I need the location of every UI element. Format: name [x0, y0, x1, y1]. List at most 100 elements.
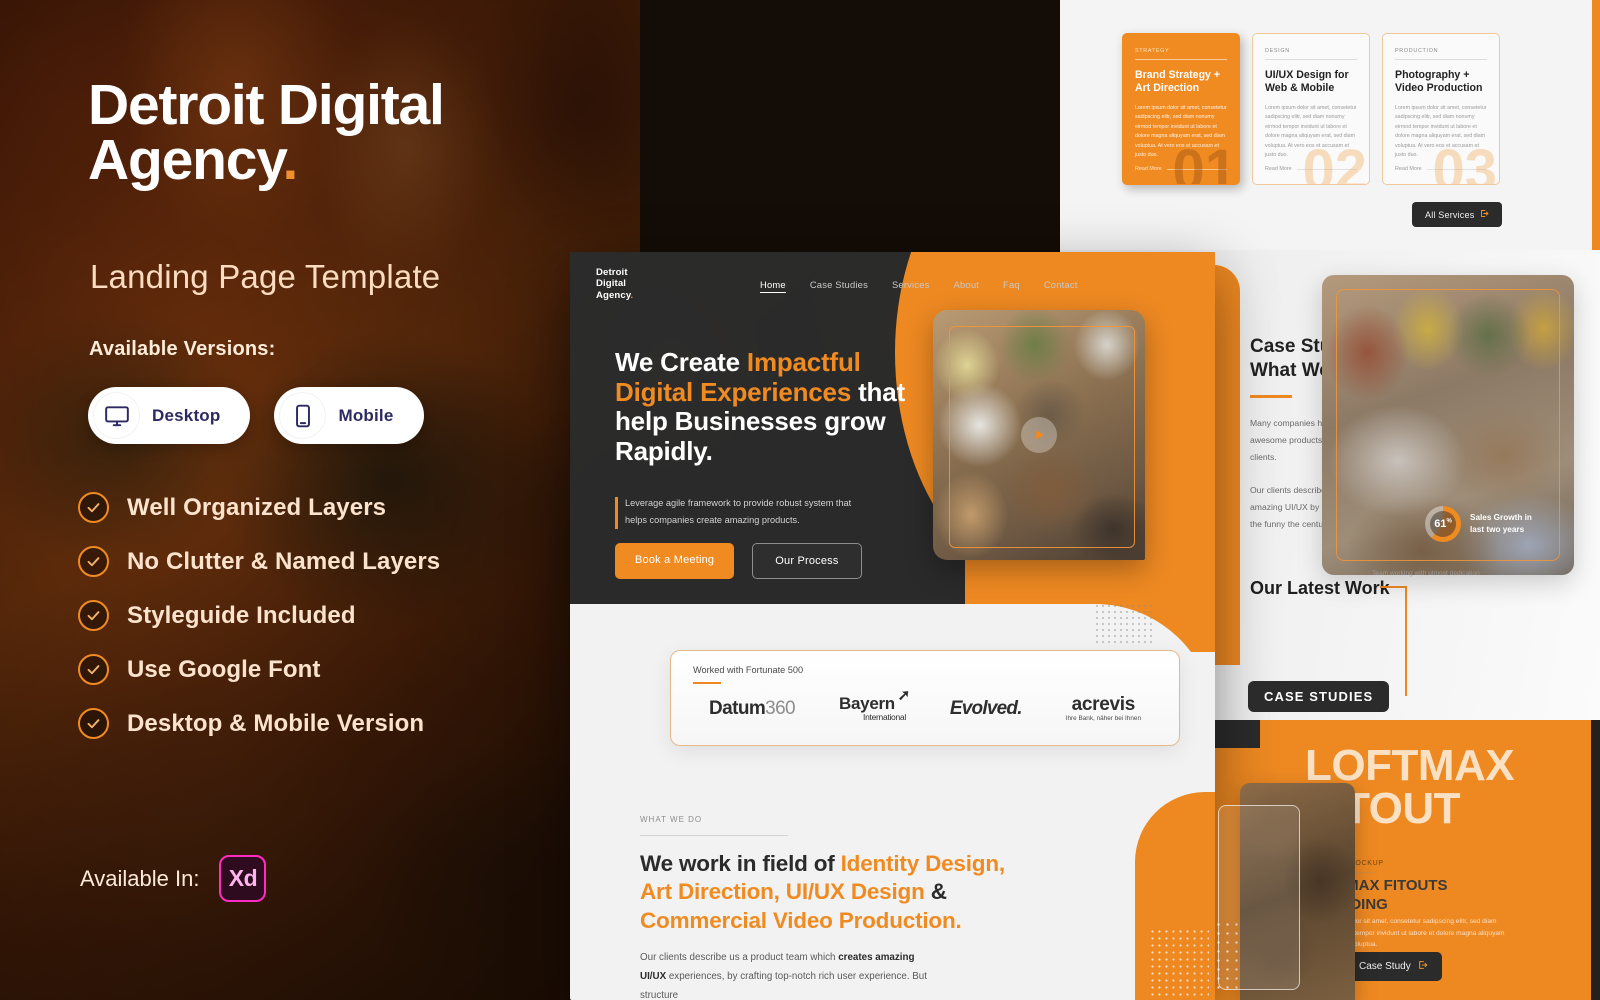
connector-line [1380, 586, 1406, 588]
version-pills: Desktop Mobile [88, 387, 424, 444]
feature-label: No Clutter & Named Layers [127, 547, 441, 575]
logo-dot: . [630, 289, 634, 301]
services-mockup: STRATEGY Brand Strategy + Art Direction … [1060, 0, 1600, 250]
divider [640, 835, 788, 836]
feature-list: Well Organized Layers No Clutter & Named… [78, 492, 440, 739]
case-study-button[interactable]: Case Study [1345, 952, 1442, 981]
all-services-button-label: All Services [1425, 209, 1475, 220]
nav-item-about[interactable]: About [954, 279, 980, 293]
service-card[interactable]: PRODUCTION Photography + Video Productio… [1382, 33, 1500, 185]
check-circle-icon [78, 708, 109, 739]
service-card-title: Brand Strategy + Art Direction [1135, 69, 1221, 94]
divider [1250, 395, 1292, 398]
divider [693, 682, 721, 684]
status-badge: 61% Sales Growth in last two years [1425, 506, 1532, 542]
nav-item-contact[interactable]: Contact [1044, 279, 1078, 293]
list-item: Well Organized Layers [78, 492, 440, 523]
play-icon[interactable] [1021, 417, 1057, 453]
list-item: Styleguide Included [78, 600, 440, 631]
available-in-row: Available In: Xd [80, 855, 267, 902]
hero-headline-part1: We Create [615, 347, 747, 377]
wwd-body-part1: Our clients describe us a product team w… [640, 952, 839, 963]
nav-menu: Home Case Studies Services About Faq Con… [760, 279, 1078, 293]
check-circle-icon [78, 546, 109, 577]
accent-edge [1591, 720, 1600, 1000]
growth-label: Sales Growth in last two years [1470, 512, 1532, 537]
service-card-number: 01 [1172, 138, 1237, 185]
list-item: Use Google Font [78, 654, 440, 685]
page-subtitle: Landing Page Template [90, 258, 441, 295]
read-more-link[interactable]: Read More [1265, 166, 1292, 172]
list-item: Desktop & Mobile Version [78, 708, 440, 739]
arrow-icon: ➚ [897, 687, 911, 705]
brand-logo-evolved: Evolved. [949, 697, 1023, 719]
logo[interactable]: Detroit Digital Agency. [596, 267, 633, 301]
nav-item-faq[interactable]: Faq [1003, 279, 1020, 293]
monitor-icon [93, 392, 140, 439]
external-link-icon [1480, 209, 1489, 220]
available-versions-label: Available Versions: [89, 338, 276, 360]
logo-line3: Agency [596, 289, 631, 301]
check-circle-icon [78, 654, 109, 685]
growth-label-line2: last two years [1470, 525, 1525, 534]
case-study-button-label: Case Study [1359, 961, 1411, 972]
feature-label: Well Organized Layers [127, 493, 387, 521]
service-card[interactable]: STRATEGY Brand Strategy + Art Direction … [1122, 33, 1240, 185]
navbar: Detroit Digital Agency. Home Case Studie… [570, 252, 1215, 314]
check-circle-icon [78, 600, 109, 631]
service-card-number: 02 [1302, 138, 1367, 185]
page-title-line2: Agency [88, 127, 284, 192]
accent-bar [615, 497, 618, 529]
hero-headline: We Create Impactful Digital Experiences … [615, 347, 915, 467]
service-card-title: UI/UX Design for Web & Mobile [1265, 69, 1349, 94]
hero-subtext: Leverage agile framework to provide robu… [625, 498, 852, 526]
hero-buttons: Book a Meeting Our Process [615, 543, 862, 579]
wwd-mid: & [924, 879, 947, 905]
page-title: Detroit Digital Agency. [88, 77, 608, 189]
read-more-link[interactable]: Read More [1395, 166, 1422, 172]
what-we-do-kicker: WHAT WE DO [640, 815, 703, 824]
wwd-part1: We work in field of [640, 851, 841, 876]
service-card-kicker: DESIGN [1265, 48, 1290, 54]
progress-ring: 61% [1425, 506, 1461, 542]
feature-label: Styleguide Included [127, 601, 356, 629]
brand-logos-row: Datum360 Bayern ➚ International Evolved. … [671, 687, 1179, 723]
nav-item-case-studies[interactable]: Case Studies [810, 279, 868, 293]
service-card[interactable]: DESIGN UI/UX Design for Web & Mobile Lor… [1252, 33, 1370, 185]
version-pill-desktop[interactable]: Desktop [88, 387, 251, 444]
logo-line1: Detroit [596, 267, 628, 278]
all-services-button[interactable]: All Services [1412, 202, 1503, 227]
logo-line2: Digital [596, 278, 627, 290]
title-dot: . [282, 127, 298, 192]
brand-logo-bayern-international: Bayern ➚ International [839, 687, 910, 723]
brand-logo-datum360: Datum360 [709, 697, 796, 719]
wwd-body-part2: experiences, by crafting top-notch rich … [640, 971, 927, 1000]
latest-work-heading: Our Latest Work [1250, 578, 1390, 598]
promo-banner-stage: Detroit Digital Agency. Landing Page Tem… [0, 0, 1600, 1000]
case-studies-badge: CASE STUDIES [1248, 681, 1390, 712]
service-card-kicker: STRATEGY [1135, 48, 1170, 54]
wwd-highlight2: Commercial Video Production. [640, 907, 962, 933]
available-in-label: Available In: [80, 865, 200, 891]
hero-image [933, 310, 1145, 560]
hero-subtext-wrap: Leverage agile framework to provide robu… [615, 495, 870, 530]
read-more-link[interactable]: Read More [1135, 166, 1162, 172]
version-pill-desktop-label: Desktop [152, 405, 221, 425]
version-pill-mobile[interactable]: Mobile [274, 387, 424, 444]
nav-item-services[interactable]: Services [892, 279, 930, 293]
adobe-xd-icon: Xd [219, 855, 267, 902]
what-we-do-body: Our clients describe us a product team w… [640, 948, 940, 1000]
photo-caption: Team working with utmost dedication [1372, 570, 1480, 577]
external-link-icon [1418, 960, 1428, 973]
case-study-photo-overlay [1218, 805, 1300, 990]
growth-label-line1: Sales Growth in [1470, 512, 1532, 522]
our-process-button[interactable]: Our Process [752, 543, 862, 579]
service-card-number: 03 [1432, 138, 1497, 185]
growth-percent: 61% [1434, 518, 1452, 530]
services-card-list: STRATEGY Brand Strategy + Art Direction … [1122, 33, 1500, 185]
service-card-kicker: PRODUCTION [1395, 48, 1439, 54]
book-meeting-button[interactable]: Book a Meeting [615, 543, 735, 579]
nav-item-home[interactable]: Home [760, 279, 786, 293]
smartphone-icon [279, 392, 327, 439]
promo-content: Detroit Digital Agency. Landing Page Tem… [0, 0, 640, 1000]
